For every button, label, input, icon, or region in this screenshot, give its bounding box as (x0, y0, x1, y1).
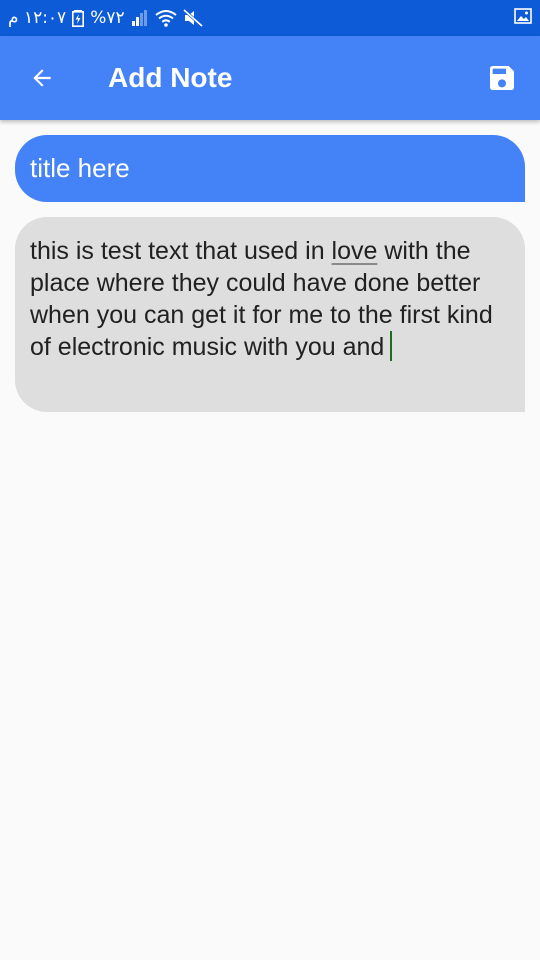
text-cursor (390, 331, 393, 361)
mute-icon (182, 9, 203, 27)
status-right (514, 0, 532, 36)
battery-charging-icon (72, 9, 85, 27)
wifi-icon (155, 9, 177, 27)
note-title-value: title here (30, 153, 130, 183)
clock: ١٢:٠٧ م (8, 8, 67, 28)
note-body-part-1: this is test text that used in (30, 237, 332, 265)
save-icon (490, 66, 514, 90)
signal-icon (131, 9, 149, 27)
image-notification-icon (514, 7, 532, 29)
page-title: Add Note (108, 62, 233, 93)
arrow-back-icon (33, 69, 51, 87)
note-title-field[interactable]: title here (15, 135, 525, 202)
note-body-text: this is test text that used in love with… (30, 235, 510, 363)
back-button[interactable] (22, 58, 62, 98)
status-left: ١٢:٠٧ م %٧٢ (8, 0, 203, 36)
save-button[interactable] (482, 58, 522, 98)
spellcheck-underlined-word: love (331, 237, 378, 265)
status-bar: ١٢:٠٧ م %٧٢ (0, 0, 540, 36)
note-body-field[interactable]: this is test text that used in love with… (15, 217, 525, 412)
battery-percent: %٧٢ (90, 8, 125, 28)
app-bar: Add Note (0, 36, 540, 120)
